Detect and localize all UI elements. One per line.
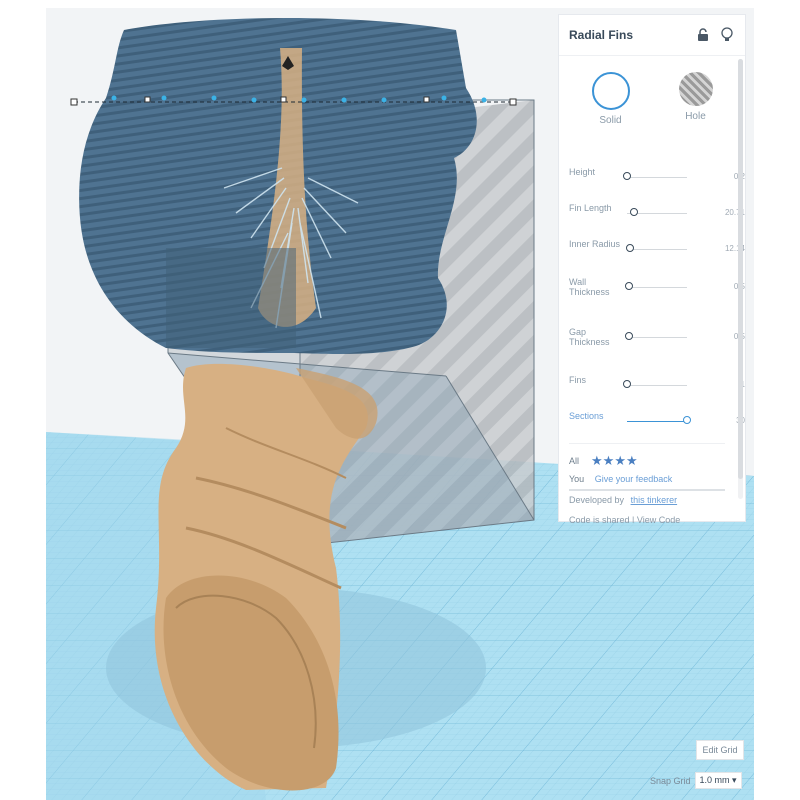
slider-track[interactable] bbox=[627, 249, 687, 250]
slider-knob[interactable] bbox=[624, 282, 633, 290]
param-label: Inner Radius bbox=[569, 239, 621, 249]
param-gap-thickness: Gap Thickness 0.5 bbox=[569, 327, 745, 349]
lightbulb-icon[interactable] bbox=[719, 27, 735, 43]
slider-knob[interactable] bbox=[623, 380, 631, 388]
slider-knob[interactable] bbox=[683, 416, 691, 424]
radial-fins-model[interactable] bbox=[79, 17, 477, 355]
inspector-title: Radial Fins bbox=[569, 28, 634, 42]
solid-swatch[interactable] bbox=[591, 72, 630, 110]
divider bbox=[569, 443, 725, 444]
handle-left[interactable] bbox=[70, 98, 78, 106]
slider-track[interactable] bbox=[627, 421, 687, 422]
star-rating[interactable]: ★★★★ bbox=[591, 453, 638, 469]
developer-link[interactable]: this tinkerer bbox=[631, 495, 678, 505]
solid-hole-toggle: Solid Hole bbox=[559, 56, 745, 132]
hole-swatch[interactable] bbox=[678, 72, 713, 106]
divider bbox=[569, 489, 725, 491]
slider-track[interactable] bbox=[627, 337, 687, 338]
inspector-header: Radial Fins bbox=[559, 15, 745, 56]
slider-knob[interactable] bbox=[624, 332, 633, 340]
developer-prefix: Developed by bbox=[569, 495, 625, 505]
snap-grid-control: Snap Grid 1.0 mm ▾ bbox=[650, 772, 742, 789]
slider-track[interactable] bbox=[627, 177, 687, 178]
param-fins: Fins 1 bbox=[569, 375, 745, 397]
slider-track[interactable] bbox=[627, 287, 687, 288]
solid-label: Solid bbox=[599, 115, 622, 126]
param-label: Fin Length bbox=[569, 203, 612, 213]
hole-option[interactable]: Hole bbox=[678, 72, 713, 126]
slider-track[interactable] bbox=[627, 385, 687, 386]
handle-right[interactable] bbox=[509, 98, 517, 106]
code-row[interactable]: Code is shared | View Code bbox=[569, 515, 680, 523]
shape-inspector-panel: Radial Fins Solid Hole Height 0.2 Fin Le… bbox=[558, 14, 746, 523]
param-fin-length: Fin Length 20.71 bbox=[569, 203, 745, 225]
param-inner-radius: Inner Radius 12.14 bbox=[569, 239, 745, 261]
you-label: You bbox=[569, 474, 585, 484]
feedback-link[interactable]: Give your feedback bbox=[595, 474, 673, 484]
slider-knob[interactable] bbox=[623, 172, 631, 180]
param-sections: Sections 30 bbox=[569, 411, 745, 433]
edit-grid-button[interactable]: Edit Grid bbox=[696, 740, 744, 760]
lock-icon[interactable] bbox=[695, 27, 711, 43]
param-height: Height 0.2 bbox=[569, 167, 745, 189]
solid-option[interactable]: Solid bbox=[591, 72, 630, 126]
hole-label: Hole bbox=[685, 111, 706, 122]
param-label: Height bbox=[569, 167, 596, 177]
param-label: Gap Thickness bbox=[569, 327, 610, 347]
snap-grid-select[interactable]: 1.0 mm ▾ bbox=[694, 772, 742, 789]
handle-mid-1[interactable] bbox=[144, 96, 151, 103]
snap-grid-label: Snap Grid bbox=[650, 775, 691, 786]
handle-mid-3[interactable] bbox=[423, 96, 430, 103]
param-label: Sections bbox=[569, 411, 604, 421]
handle-mid-2[interactable] bbox=[280, 96, 287, 103]
rating-label: All bbox=[569, 456, 580, 466]
param-label: Fins bbox=[569, 375, 587, 385]
slider-knob[interactable] bbox=[630, 208, 639, 216]
param-label: Wall Thickness bbox=[569, 277, 610, 297]
param-wall-thickness: Wall Thickness 0.5 bbox=[569, 277, 745, 299]
slider-knob[interactable] bbox=[626, 244, 634, 252]
rating-row: All ★★★★ bbox=[569, 453, 638, 469]
scroll-thumb[interactable] bbox=[738, 59, 743, 479]
developer-row: Developed by this tinkerer bbox=[569, 495, 677, 505]
inspector-scrollbar[interactable] bbox=[738, 59, 743, 499]
feedback-row: You Give your feedback bbox=[569, 474, 672, 484]
